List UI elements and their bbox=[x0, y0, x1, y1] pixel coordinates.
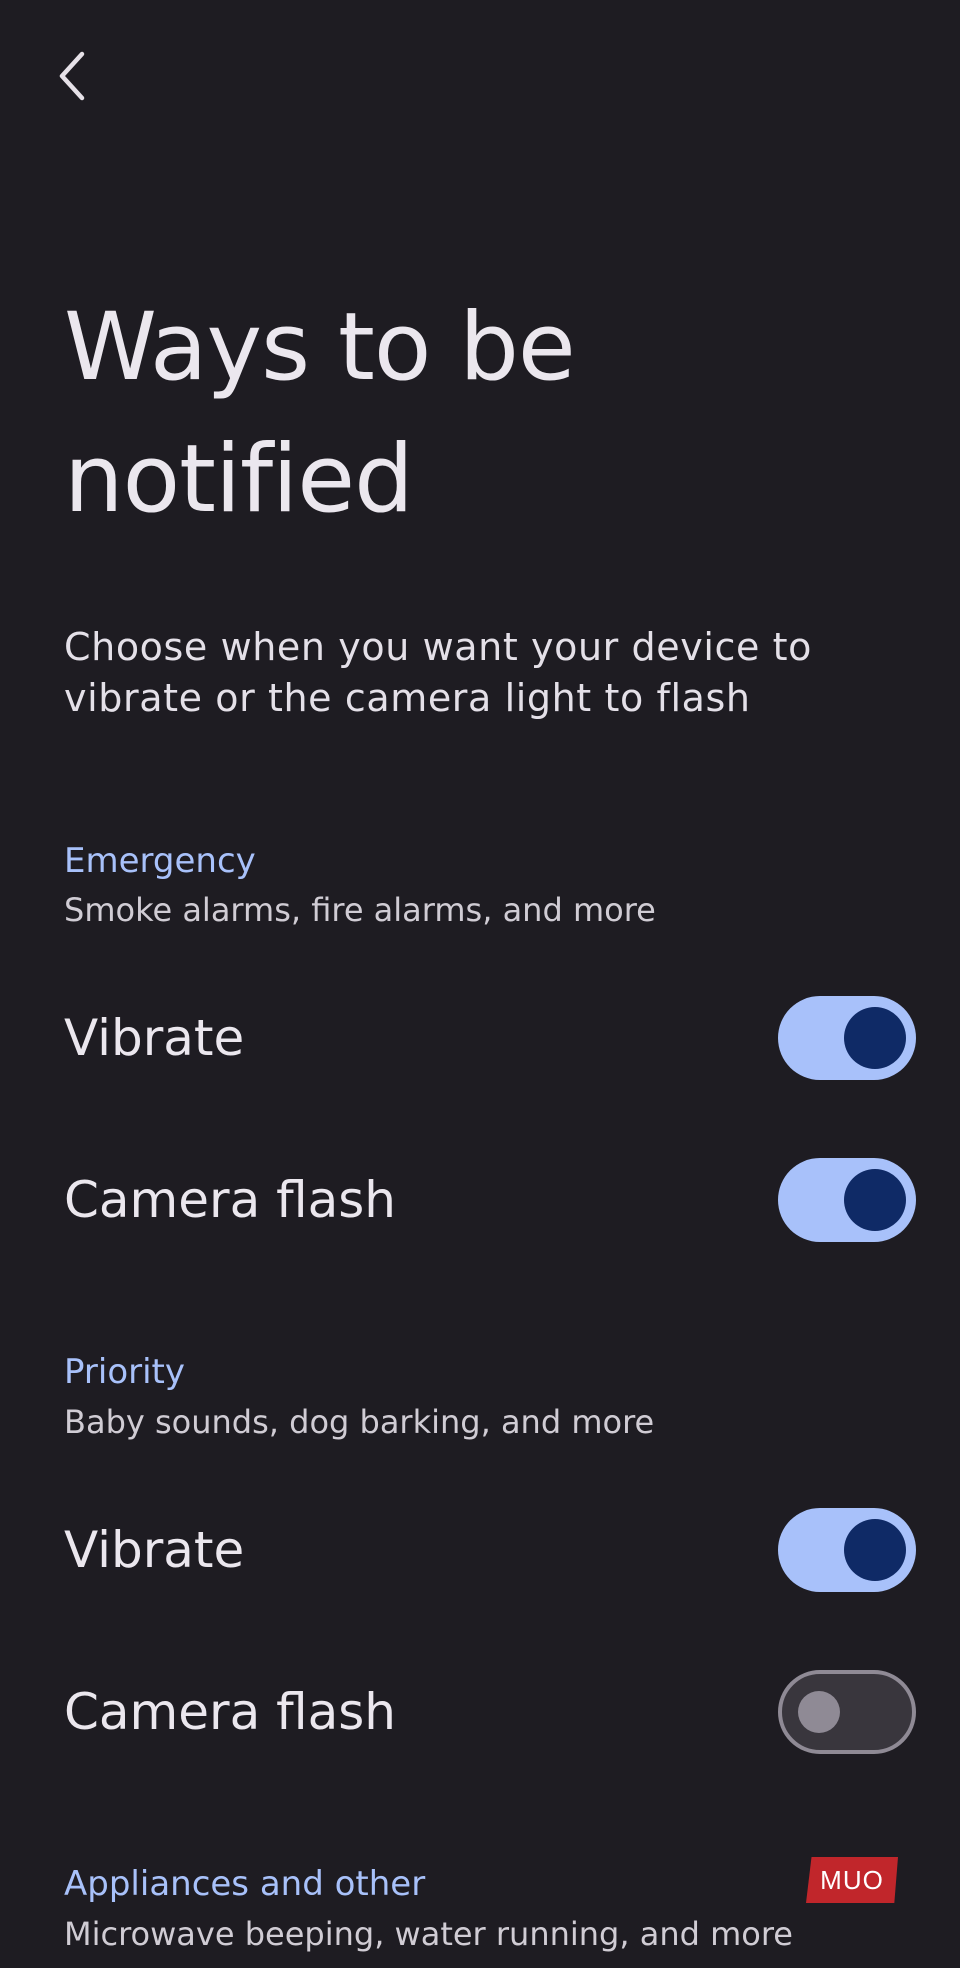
toggle-thumb bbox=[844, 1519, 906, 1581]
section-subtitle-emergency: Smoke alarms, fire alarms, and more bbox=[64, 891, 656, 929]
priority-camera-flash-toggle[interactable] bbox=[778, 1670, 916, 1754]
section-title-emergency: Emergency bbox=[64, 841, 256, 881]
section-title-appliances: Appliances and other bbox=[64, 1864, 426, 1904]
setting-label: Camera flash bbox=[64, 1683, 396, 1741]
section-title-priority: Priority bbox=[64, 1352, 186, 1392]
section-subtitle-appliances: Microwave beeping, water running, and mo… bbox=[64, 1915, 793, 1953]
section-subtitle-priority: Baby sounds, dog barking, and more bbox=[64, 1403, 655, 1441]
back-arrow-icon bbox=[59, 51, 85, 101]
priority-camera-flash-row[interactable]: Camera flash bbox=[0, 1647, 960, 1777]
setting-label: Vibrate bbox=[64, 1521, 245, 1579]
toggle-thumb bbox=[798, 1691, 840, 1733]
setting-label: Vibrate bbox=[64, 1009, 245, 1067]
toggle-thumb bbox=[844, 1169, 906, 1231]
emergency-camera-flash-row[interactable]: Camera flash bbox=[0, 1135, 960, 1265]
page-description: Choose when you want your device to vibr… bbox=[64, 625, 812, 720]
back-button[interactable] bbox=[42, 36, 102, 116]
emergency-vibrate-toggle[interactable] bbox=[778, 996, 916, 1080]
setting-label: Camera flash bbox=[64, 1171, 396, 1229]
toggle-thumb bbox=[844, 1007, 906, 1069]
emergency-vibrate-row[interactable]: Vibrate bbox=[0, 973, 960, 1103]
priority-vibrate-toggle[interactable] bbox=[778, 1508, 916, 1592]
muo-watermark-logo: MUO bbox=[806, 1857, 898, 1903]
emergency-camera-flash-toggle[interactable] bbox=[778, 1158, 916, 1242]
page-title: Ways to be notified bbox=[64, 293, 576, 534]
priority-vibrate-row[interactable]: Vibrate bbox=[0, 1485, 960, 1615]
